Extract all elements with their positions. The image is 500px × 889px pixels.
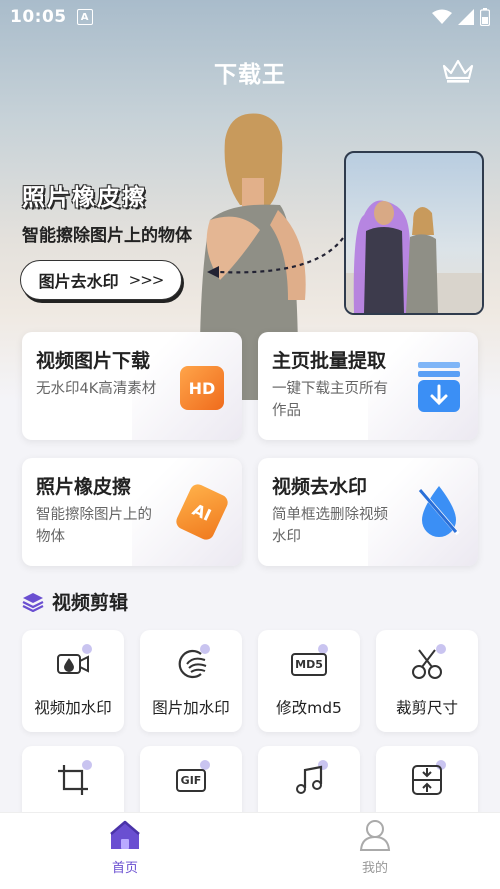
layers-icon <box>22 592 44 612</box>
dotted-arrow-icon <box>207 237 344 278</box>
nav-mine-label: 我的 <box>361 861 388 876</box>
nav-home-label: 首页 <box>111 861 138 876</box>
battery-icon <box>480 8 490 26</box>
arrows-icon: >>> <box>128 271 165 289</box>
md5-icon: MD5 <box>291 646 327 682</box>
image-watermark-icon <box>178 649 207 679</box>
nav-home[interactable]: 首页 <box>85 819 165 876</box>
remove-watermark-button[interactable]: 图片去水印 >>> <box>20 260 182 300</box>
md5-icon-text: MD5 <box>291 652 327 676</box>
bottom-navigation: 首页 我的 <box>0 812 500 889</box>
tool-image-watermark[interactable]: 图片加水印 <box>140 630 242 732</box>
tool-label: 视频加水印 <box>34 699 112 717</box>
feature-title: 视频图片下载 <box>36 350 151 372</box>
notification-a-icon: A <box>76 9 93 25</box>
tool-change-md5[interactable]: MD5 修改md5 <box>258 630 360 732</box>
nav-mine[interactable]: 我的 <box>335 819 415 876</box>
tool-video-watermark[interactable]: 视频加水印 <box>22 630 124 732</box>
feature-title: 主页批量提取 <box>272 350 387 372</box>
no-water-icon <box>418 486 460 537</box>
crop-icon <box>58 765 88 795</box>
feature-batch-extract[interactable]: 主页批量提取 一键下载主页所有作品 <box>258 332 478 440</box>
download-icon <box>418 362 460 412</box>
feature-video-remove-watermark[interactable]: 视频去水印 简单框选删除视频水印 <box>258 458 478 566</box>
section-video-edit: 视频剪辑 <box>22 588 128 615</box>
preview-image <box>346 200 482 313</box>
video-watermark-icon <box>57 654 89 674</box>
scissors-icon <box>412 649 442 679</box>
feature-desc: 一键下载主页所有作品 <box>272 381 388 419</box>
feature-desc: 简单框选删除视频水印 <box>272 507 388 545</box>
feature-video-image-download[interactable]: 视频图片下载 无水印4K高清素材 HD <box>22 332 242 440</box>
status-icons <box>432 8 490 26</box>
remove-watermark-label: 图片去水印 <box>38 272 119 291</box>
hd-icon: HD <box>180 366 224 410</box>
wifi-icon <box>432 9 452 24</box>
user-icon <box>359 820 391 851</box>
erase-preview-card <box>344 151 484 315</box>
tool-label: 修改md5 <box>276 699 342 717</box>
signal-icon <box>458 9 474 25</box>
status-time: 10:05 <box>10 7 67 27</box>
hero-heading: 照片橡皮擦 <box>22 185 147 211</box>
music-icon <box>296 765 323 794</box>
tool-label: 图片加水印 <box>152 699 230 717</box>
app-title: 下载王 <box>214 62 286 88</box>
gif-icon-text: GIF <box>175 768 207 792</box>
compress-icon <box>412 765 442 795</box>
feature-title: 视频去水印 <box>272 476 368 498</box>
section-title-text: 视频剪辑 <box>52 592 129 614</box>
status-bar: 10:05 A <box>0 0 500 34</box>
tool-crop-size[interactable]: 裁剪尺寸 <box>376 630 478 732</box>
feature-desc: 无水印4K高清素材 <box>36 381 157 397</box>
home-icon <box>110 820 140 849</box>
hero-subtitle: 智能擦除图片上的物体 <box>22 226 192 246</box>
feature-desc: 智能擦除图片上的物体 <box>36 507 152 545</box>
gif-icon: GIF <box>173 762 209 798</box>
feature-title: 照片橡皮擦 <box>36 476 132 498</box>
crown-icon[interactable] <box>442 58 474 84</box>
feature-photo-eraser[interactable]: 照片橡皮擦 智能擦除图片上的物体 AI <box>22 458 242 566</box>
tool-label: 裁剪尺寸 <box>395 699 458 717</box>
